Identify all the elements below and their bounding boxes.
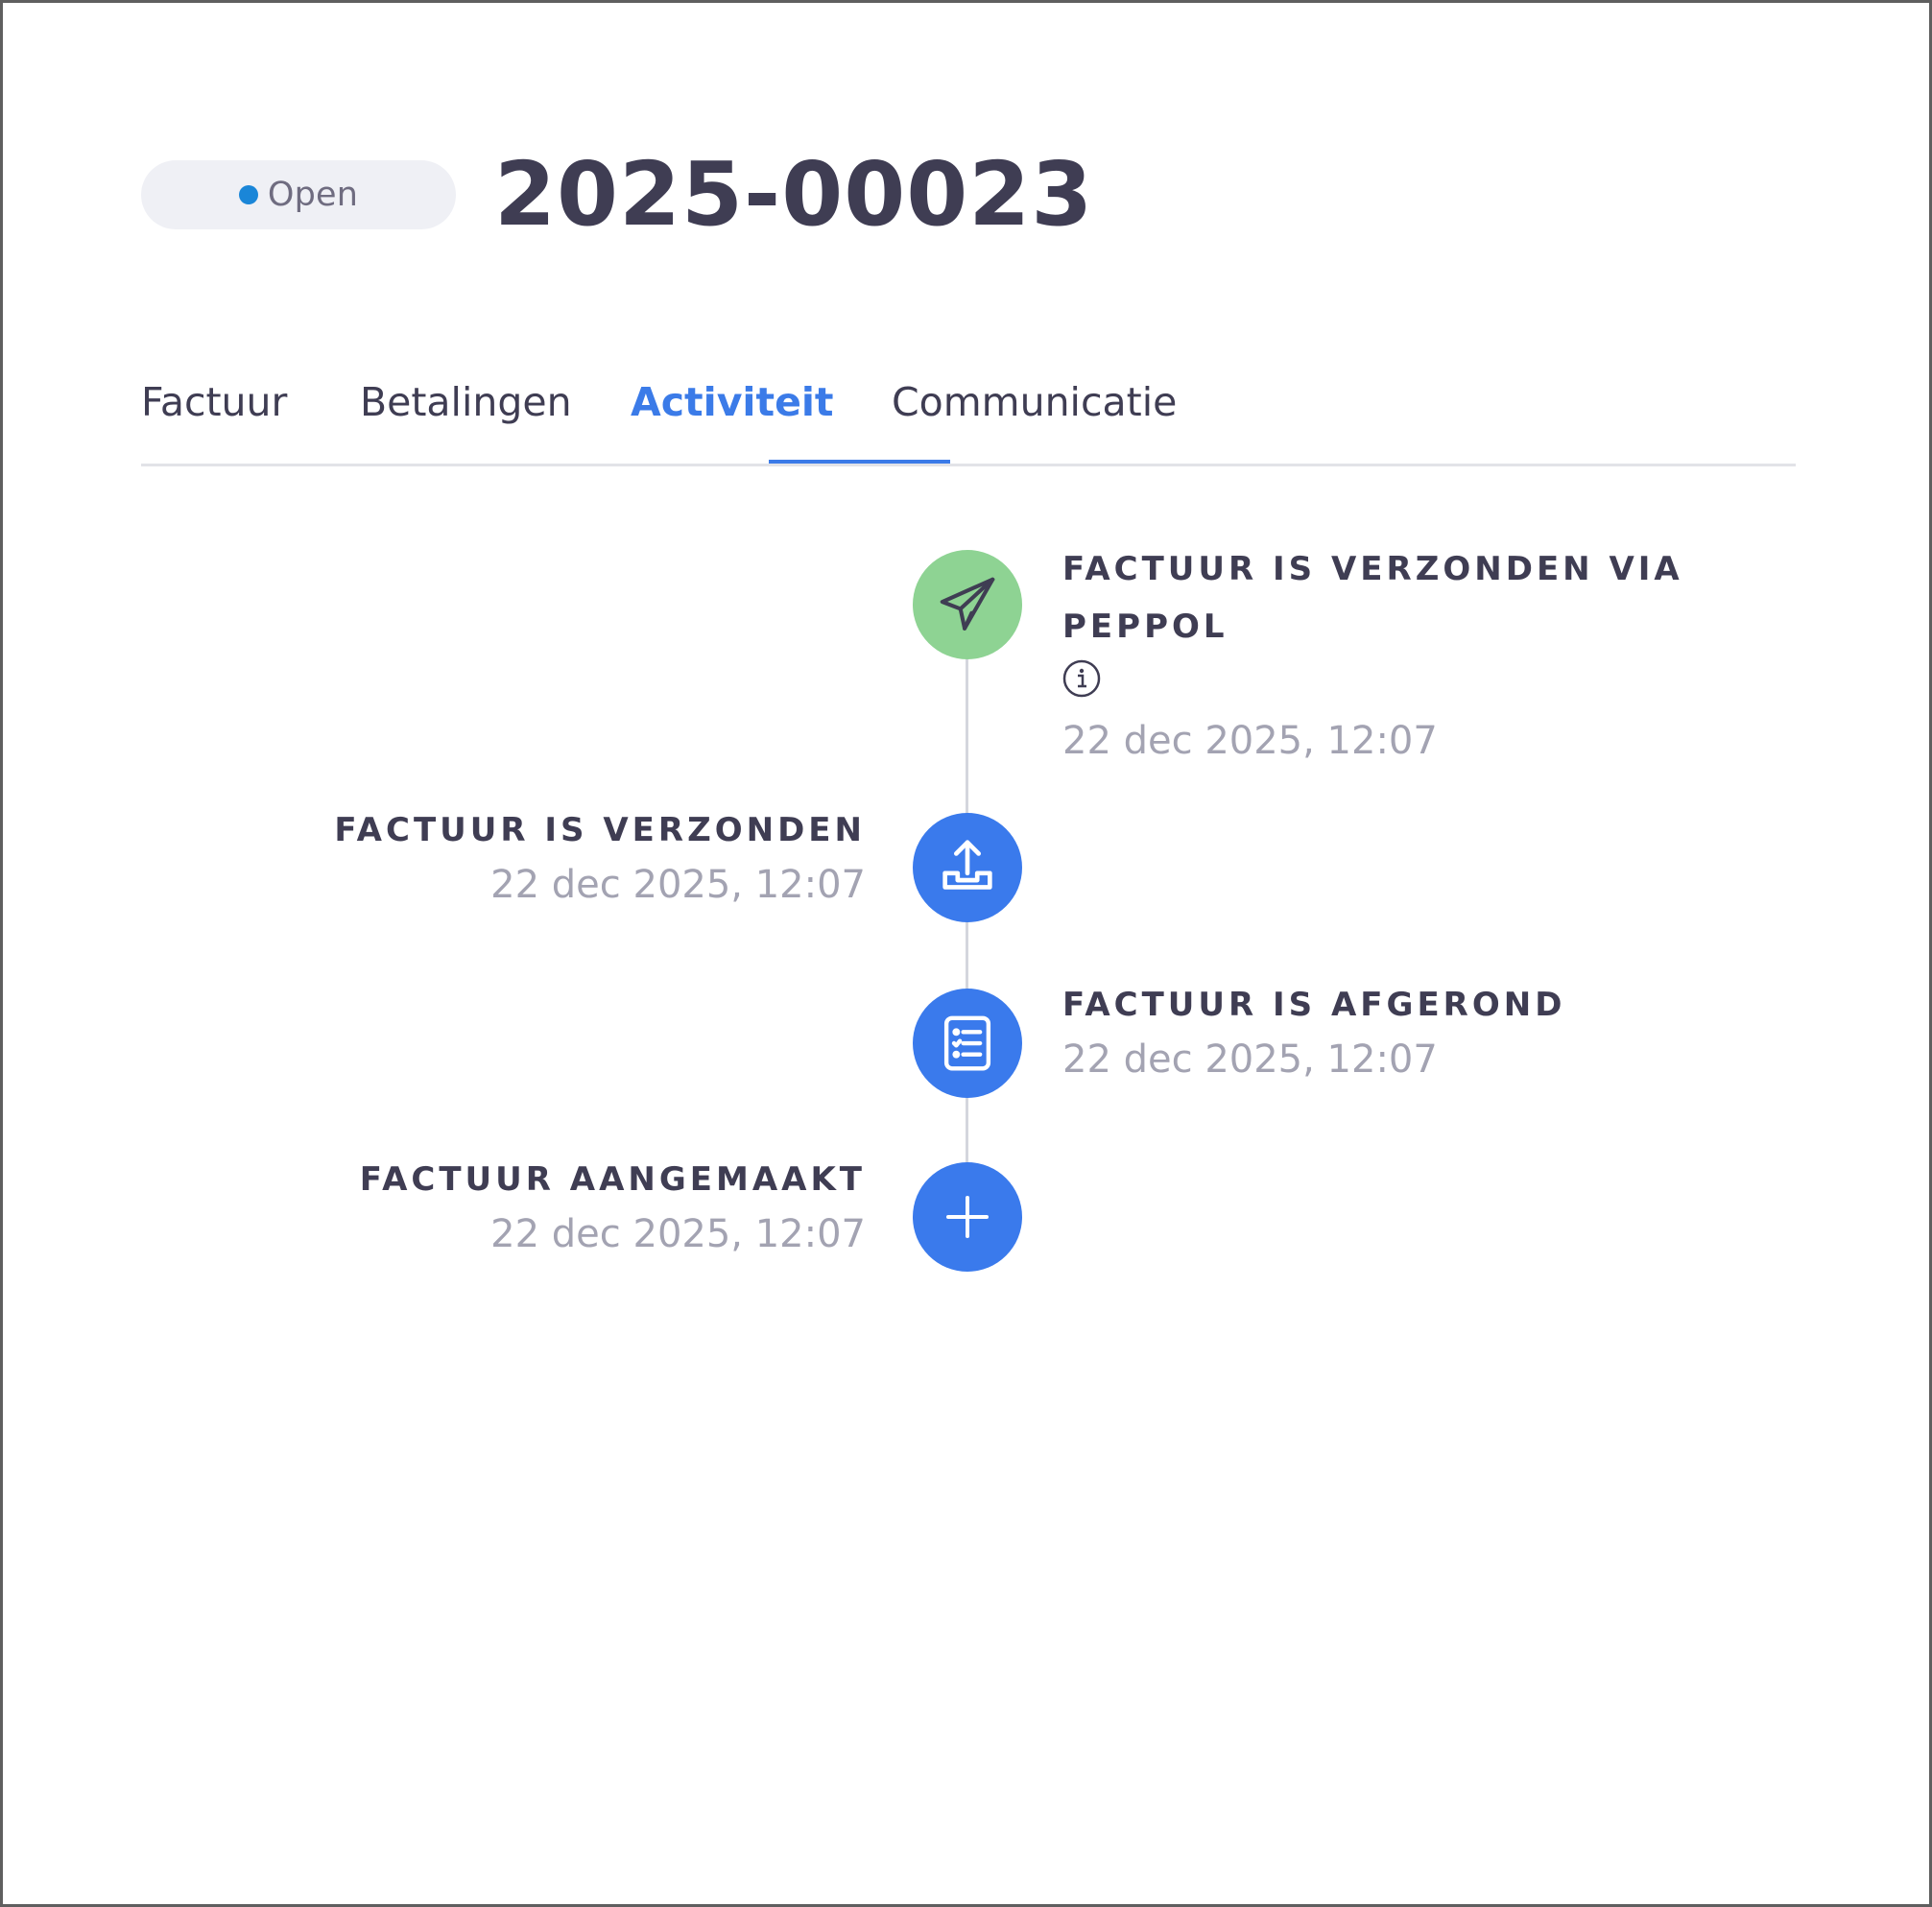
tab-bar: Factuur Betalingen Activiteit Communicat…: [141, 368, 1796, 466]
event-title-aangemaakt: FACTUUR AANGEMAAKT: [359, 1160, 866, 1199]
timeline-node-aangemaakt: [913, 1162, 1022, 1272]
timeline-node-peppol: [913, 550, 1022, 659]
event-date-aangemaakt: 22 dec 2025, 12:07: [490, 1212, 866, 1256]
event-date-afgerond: 22 dec 2025, 12:07: [1062, 1037, 1438, 1082]
tab-activiteit[interactable]: Activiteit: [631, 379, 834, 425]
paper-plane-icon: [940, 577, 995, 631]
plus-icon: [946, 1196, 989, 1238]
event-title-afgerond: FACTUUR IS AFGEROND: [1062, 986, 1566, 1024]
upload-tray-icon: [942, 840, 992, 890]
active-tab-indicator: [769, 460, 950, 464]
tab-factuur[interactable]: Factuur: [141, 379, 287, 425]
event-date-verzonden: 22 dec 2025, 12:07: [490, 863, 866, 907]
page-frame: Open 2025-00023 Factuur Betalingen Activ…: [0, 0, 1932, 1907]
checklist-icon: [943, 1015, 991, 1071]
page-title: 2025-00023: [494, 143, 1094, 246]
status-badge: Open: [141, 160, 456, 229]
status-label: Open: [267, 176, 359, 214]
event-title-peppol-line2: PEPPOL: [1062, 608, 1228, 646]
event-title-peppol-line1: FACTUUR IS VERZONDEN VIA: [1062, 550, 1683, 588]
event-title-verzonden: FACTUUR IS VERZONDEN: [334, 811, 866, 849]
info-icon[interactable]: [1062, 659, 1101, 698]
tab-betalingen[interactable]: Betalingen: [360, 379, 572, 425]
status-dot-icon: [238, 185, 258, 204]
timeline-node-verzonden: [913, 813, 1022, 922]
event-date-peppol: 22 dec 2025, 12:07: [1062, 719, 1438, 763]
timeline-node-afgerond: [913, 989, 1022, 1098]
tab-communicatie[interactable]: Communicatie: [892, 379, 1177, 425]
